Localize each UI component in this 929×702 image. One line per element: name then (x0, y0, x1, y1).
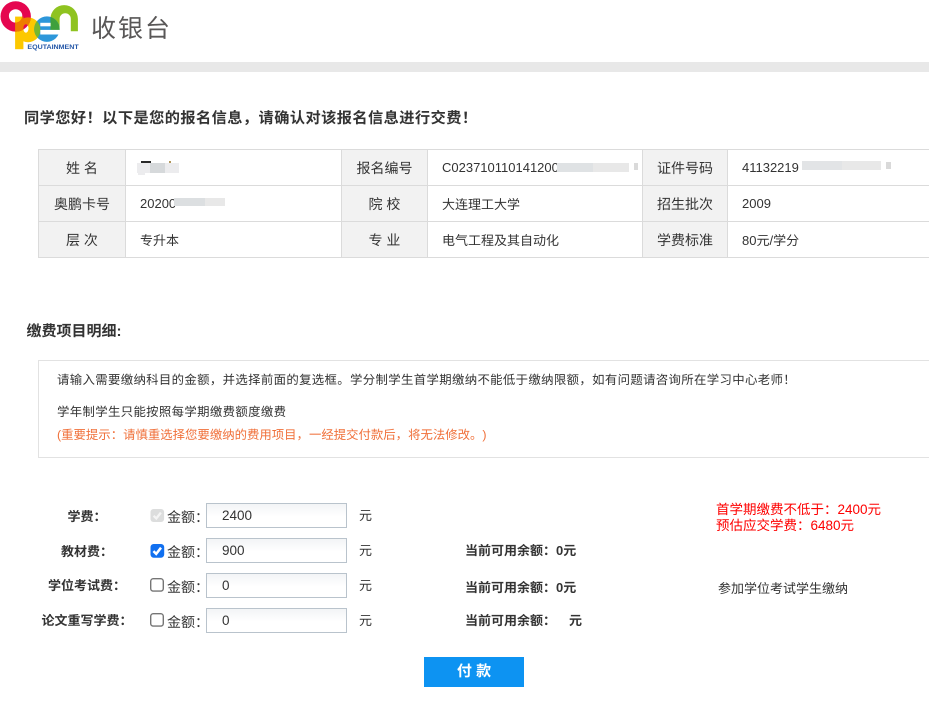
svg-text:EQUTAINMENT: EQUTAINMENT (27, 44, 79, 51)
